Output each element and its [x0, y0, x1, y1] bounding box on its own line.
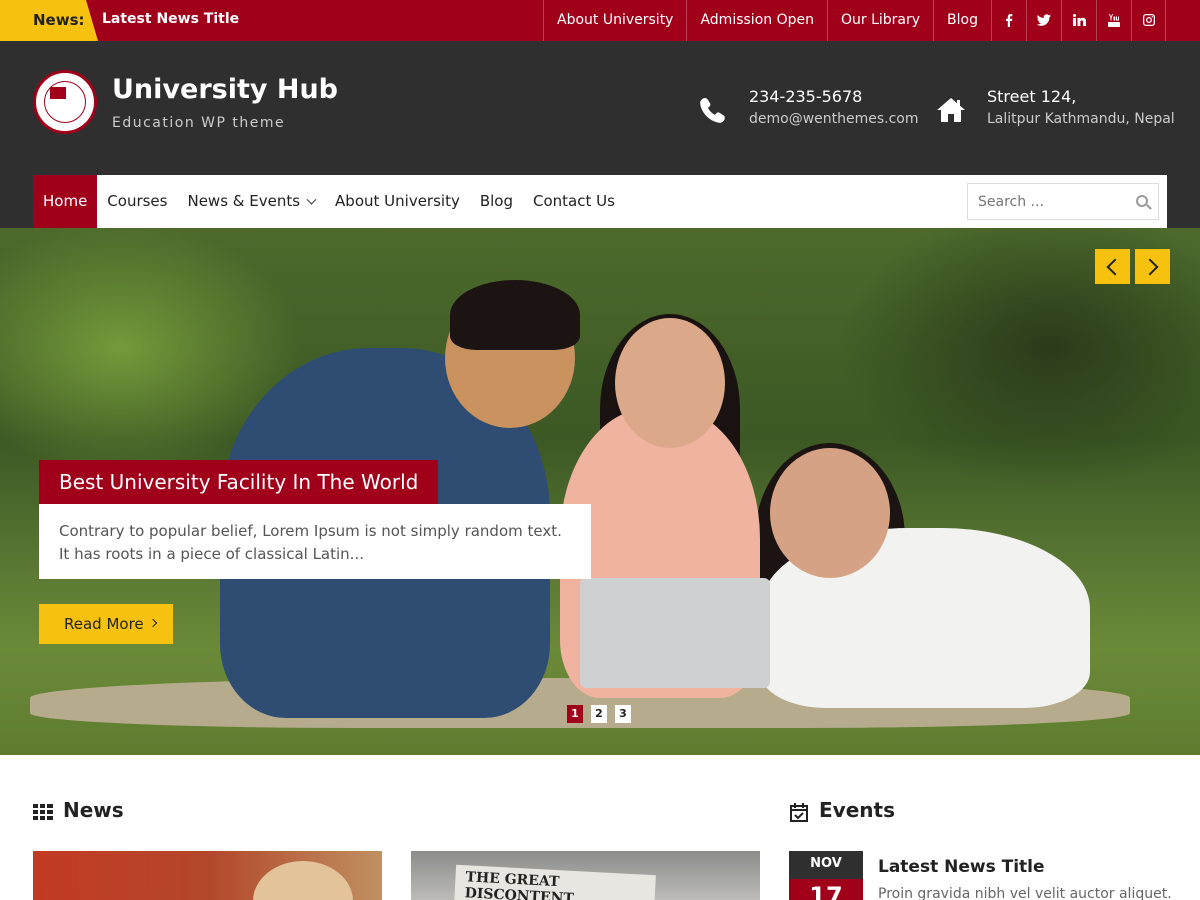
nav-item-contact-us[interactable]: Contact Us — [523, 175, 625, 228]
slider-page-2[interactable]: 2 — [591, 705, 607, 723]
news-heading-label: News — [63, 798, 124, 822]
top-link-blog[interactable]: Blog — [933, 0, 991, 41]
nav-item-news-events[interactable]: News & Events — [177, 175, 325, 228]
youtube-icon[interactable] — [1096, 0, 1131, 41]
calendar-check-icon — [790, 802, 808, 822]
read-more-label: Read More — [64, 615, 144, 633]
slide-excerpt: Contrary to popular belief, Lorem Ipsum … — [39, 504, 591, 579]
top-link-admission-open[interactable]: Admission Open — [686, 0, 827, 41]
site-description: Education WP theme — [112, 115, 286, 131]
read-more-button[interactable]: Read More — [39, 604, 173, 644]
nav-item-blog[interactable]: Blog — [470, 175, 523, 228]
search-box — [967, 183, 1159, 220]
slider-next-button[interactable] — [1135, 249, 1170, 284]
top-bar: News: Latest News Title About University… — [0, 0, 1200, 41]
events-section-heading: Events — [789, 798, 895, 822]
address-line-2: Lalitpur Kathmandu, Nepal — [987, 111, 1175, 127]
chevron-right-icon — [148, 618, 157, 628]
news-section-heading: News — [33, 798, 124, 822]
phone-number[interactable]: 234-235-5678 — [749, 87, 862, 106]
university-logo[interactable] — [33, 70, 97, 134]
nav-item-courses[interactable]: Courses — [97, 175, 177, 228]
news-thumbnail[interactable] — [33, 851, 382, 900]
event-date-badge: NOV 17 — [789, 851, 863, 900]
slide-image-student — [770, 448, 890, 578]
twitter-icon[interactable] — [1026, 0, 1061, 41]
event-month: NOV — [810, 856, 842, 871]
event-excerpt: Proin gravida nibh vel velit auctor aliq… — [878, 886, 1172, 900]
slide-image-student — [450, 280, 580, 350]
events-heading-label: Events — [819, 798, 895, 822]
ticker-news-title[interactable]: Latest News Title — [102, 11, 239, 27]
slide-image-student — [615, 318, 725, 448]
site-title[interactable]: University Hub — [112, 74, 338, 105]
main-navigation: Home Courses News & Events About Univers… — [33, 175, 1167, 228]
phone-icon — [700, 98, 725, 123]
linkedin-icon[interactable] — [1061, 0, 1096, 41]
nav-item-news-events-label: News & Events — [187, 192, 301, 210]
search-input[interactable] — [968, 184, 1128, 219]
top-link-about-university[interactable]: About University — [543, 0, 686, 41]
news-label-badge: News: — [0, 0, 98, 41]
event-title[interactable]: Latest News Title — [878, 857, 1045, 877]
slide-title: Best University Facility In The World — [39, 460, 439, 504]
hero-slider: Best University Facility In The World Co… — [0, 228, 1200, 755]
email-address[interactable]: demo@wenthemes.com — [749, 111, 919, 127]
top-navigation: About University Admission Open Our Libr… — [543, 0, 1166, 41]
nav-item-about-university[interactable]: About University — [325, 175, 470, 228]
logo-building-icon — [50, 87, 66, 99]
search-icon[interactable] — [1136, 195, 1148, 207]
event-day: 17 — [789, 879, 863, 900]
nav-item-home[interactable]: Home — [33, 175, 98, 228]
slider-pagination: 1 2 3 — [567, 705, 631, 723]
instagram-icon[interactable] — [1131, 0, 1166, 41]
top-link-our-library[interactable]: Our Library — [826, 0, 933, 41]
slider-page-1[interactable]: 1 — [567, 705, 583, 723]
home-icon — [937, 98, 965, 122]
facebook-icon[interactable] — [991, 0, 1026, 41]
slider-prev-button[interactable] — [1095, 249, 1130, 284]
news-label: News: — [33, 11, 85, 29]
slider-page-3[interactable]: 3 — [615, 705, 631, 723]
address-line-1: Street 124, — [987, 87, 1077, 106]
slide-image-laptop — [580, 578, 770, 688]
grid-icon — [33, 803, 53, 820]
chevron-down-icon — [306, 194, 317, 205]
